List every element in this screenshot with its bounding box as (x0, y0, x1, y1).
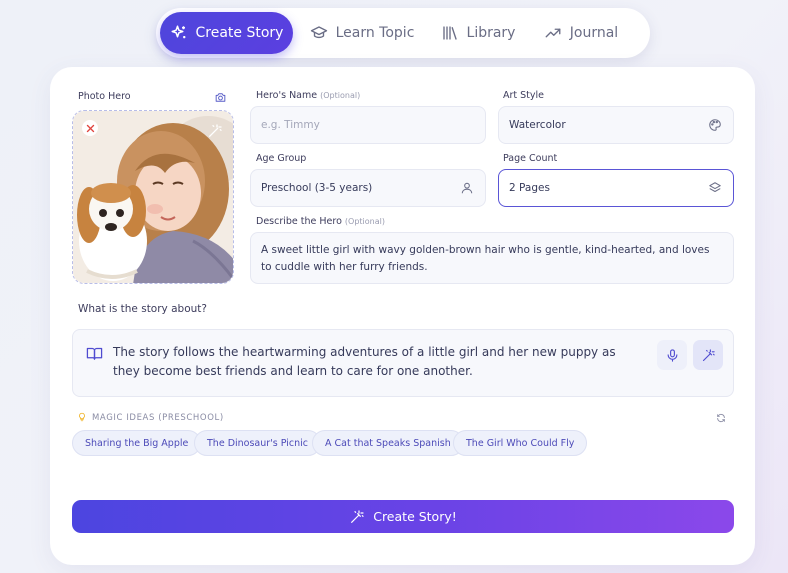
microphone-icon (667, 348, 677, 362)
sparkles-icon (171, 25, 185, 39)
top-nav: Create Story Learn Topic Library Journal (156, 8, 650, 58)
tab-label: Create Story (195, 25, 284, 41)
library-icon (442, 26, 457, 40)
magic-ideas-title: MAGIC IDEAS (PRESCHOOL) (92, 413, 224, 423)
magic-wand-icon (351, 509, 364, 523)
idea-chip[interactable]: The Dinosaur's Picnic (194, 430, 322, 456)
magic-wand-icon (702, 348, 715, 361)
hero-name-placeholder: e.g. Timmy (261, 119, 320, 131)
tab-label: Learn Topic (335, 25, 415, 41)
story-form-card: Photo Hero Hero's Name (Optional) e.g. T… (50, 67, 755, 565)
open-book-icon (86, 347, 103, 360)
age-group-label: Age Group (256, 153, 307, 164)
describe-hero-textarea[interactable]: A sweet little girl with wavy golden-bro… (250, 232, 734, 284)
voice-input-button[interactable] (657, 340, 687, 370)
magic-enhance-button[interactable] (693, 340, 723, 370)
optional-tag: (Optional) (320, 91, 361, 100)
lightbulb-icon (79, 412, 85, 422)
describe-hero-label-text: Describe the Hero (256, 216, 342, 227)
idea-chip[interactable]: A Cat that Speaks Spanish (312, 430, 464, 456)
page-count-select[interactable]: 2 Pages (498, 169, 734, 207)
camera-icon[interactable] (214, 91, 227, 104)
art-style-value: Watercolor (509, 119, 566, 131)
refresh-icon[interactable] (716, 413, 726, 423)
remove-photo-button[interactable] (82, 120, 98, 136)
page-count-value: 2 Pages (509, 182, 550, 194)
tab-create-story[interactable]: Create Story (160, 12, 293, 54)
describe-hero-value: A sweet little girl with wavy golden-bro… (261, 244, 710, 273)
close-icon (86, 124, 94, 132)
magic-wand-icon[interactable] (207, 123, 223, 139)
tab-label: Library (466, 25, 516, 41)
hero-name-label-text: Hero's Name (256, 90, 318, 101)
age-group-value: Preschool (3-5 years) (261, 182, 373, 194)
hero-name-input[interactable]: e.g. Timmy (250, 106, 486, 144)
graduation-cap-icon (310, 26, 327, 39)
idea-chip[interactable]: The Girl Who Could Fly (453, 430, 588, 456)
photo-hero-label: Photo Hero (78, 91, 131, 102)
optional-tag: (Optional) (344, 217, 385, 226)
create-story-button[interactable]: Create Story! (72, 500, 734, 533)
user-icon (461, 182, 473, 194)
story-about-label: What is the story about? (78, 303, 207, 315)
tab-library[interactable]: Library (431, 12, 525, 54)
story-about-value: The story follows the heartwarming adven… (113, 345, 616, 378)
create-story-label: Create Story! (373, 509, 457, 524)
story-about-textarea[interactable]: The story follows the heartwarming adven… (72, 329, 734, 397)
art-style-select[interactable]: Watercolor (498, 106, 734, 144)
describe-hero-label: Describe the Hero (Optional) (256, 216, 385, 227)
palette-icon (709, 119, 721, 131)
layers-icon (709, 182, 721, 193)
page-count-label: Page Count (503, 153, 558, 164)
tab-label: Journal (569, 25, 619, 41)
trend-line-icon (545, 28, 561, 38)
tab-journal[interactable]: Journal (533, 12, 629, 54)
hero-name-label: Hero's Name (Optional) (256, 90, 360, 101)
idea-chip[interactable]: Sharing the Big Apple (72, 430, 202, 456)
tab-learn-topic[interactable]: Learn Topic (303, 12, 421, 54)
age-group-select[interactable]: Preschool (3-5 years) (250, 169, 486, 207)
art-style-label: Art Style (503, 90, 545, 101)
hero-photo[interactable] (72, 110, 234, 284)
